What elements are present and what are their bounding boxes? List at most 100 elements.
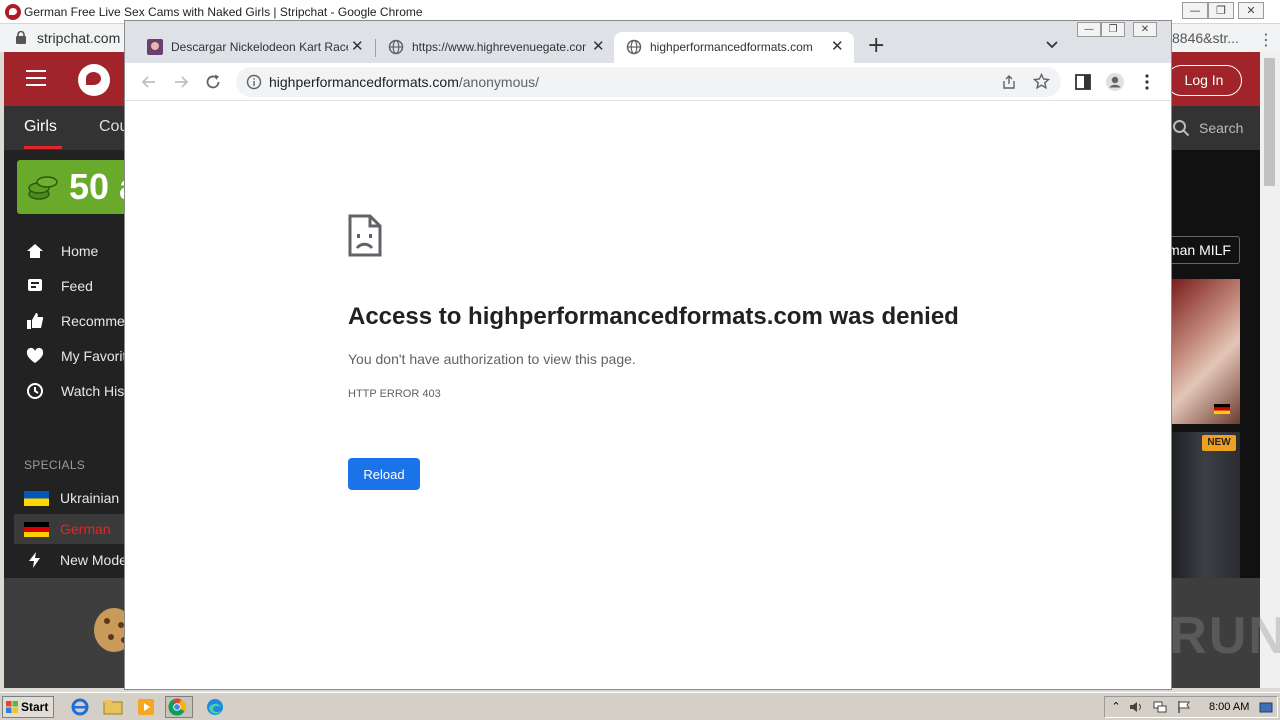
sidebar-item-history[interactable]: Watch Hist — [24, 380, 125, 402]
share-icon[interactable] — [1001, 74, 1017, 90]
show-desktop-icon[interactable] — [1259, 700, 1273, 714]
forward-arrow-icon[interactable] — [171, 72, 191, 92]
error-page: Access to highperformancedformats.com wa… — [125, 102, 1171, 689]
sidebar-item-label: German — [60, 521, 111, 537]
feed-icon — [28, 279, 42, 291]
error-title: Access to highperformancedformats.com wa… — [348, 303, 959, 330]
fg-close-button[interactable]: ✕ — [1133, 22, 1157, 37]
promo-banner[interactable]: 50 a — [17, 160, 125, 214]
tray-expand-icon[interactable]: ⌃ — [1109, 700, 1123, 714]
lightning-icon — [29, 552, 40, 568]
hamburger-menu-icon[interactable] — [26, 70, 46, 86]
explorer-icon[interactable] — [101, 696, 125, 718]
search-icon[interactable] — [1172, 119, 1190, 137]
background-menu-icon[interactable]: ⋮ — [1258, 30, 1274, 50]
stripchat-sidebar: 50 a Home Feed Recommen My Favorit Watch… — [4, 150, 125, 578]
login-button[interactable]: Log In — [1166, 65, 1242, 96]
sidebar-item-recommended[interactable]: Recommen — [24, 310, 125, 332]
site-info-icon[interactable] — [246, 74, 262, 90]
reload-icon[interactable] — [203, 72, 223, 92]
url-path: /anonymous/ — [458, 74, 540, 90]
tab-title: https://www.highrevenuegate.com/ — [412, 40, 586, 54]
promo-amount: 50 a — [69, 166, 125, 207]
history-icon — [27, 383, 43, 399]
stripchat-model-grid: rman MILF NEW — [1172, 150, 1260, 578]
taskbar: Start ⌃ 8:00 AM — [0, 692, 1280, 720]
nav-active-indicator — [24, 146, 62, 149]
ie-icon[interactable] — [68, 696, 92, 718]
tab-close-icon[interactable]: ✕ — [592, 37, 605, 55]
stripchat-favicon-icon — [5, 4, 21, 20]
browser-toolbar: highperformancedformats.com/anonymous/ — [125, 63, 1171, 101]
action-center-flag-icon[interactable] — [1177, 700, 1191, 714]
side-panel-icon[interactable] — [1073, 72, 1093, 92]
background-window-title: German Free Live Sex Cams with Naked Gir… — [24, 5, 423, 19]
thumbs-up-icon — [27, 313, 44, 329]
coins-icon — [28, 176, 58, 200]
reload-button[interactable]: Reload — [348, 458, 420, 490]
more-menu-icon[interactable] — [1137, 72, 1157, 92]
sad-page-icon — [348, 214, 382, 257]
url-host: highperformancedformats.com — [269, 74, 459, 90]
clock: 8:00 AM — [1209, 701, 1250, 713]
german-milf-filter[interactable]: rman MILF — [1172, 236, 1240, 264]
sidebar-item-german[interactable]: German — [24, 518, 125, 540]
chrome-taskbar-button[interactable] — [165, 696, 193, 718]
globe-icon — [388, 39, 404, 55]
new-badge: NEW — [1202, 435, 1236, 451]
profile-avatar-icon[interactable] — [1105, 72, 1125, 92]
chrome-icon — [168, 698, 186, 716]
back-arrow-icon[interactable] — [139, 72, 159, 92]
tab-nickelodeon[interactable]: Descargar Nickelodeon Kart Racers 3 ✕ — [135, 32, 375, 63]
bookmark-star-icon[interactable] — [1033, 73, 1050, 90]
url-text[interactable]: highperformancedformats.com/anonymous/ — [269, 74, 539, 90]
ukraine-flag-icon — [24, 491, 49, 506]
germany-flag-icon — [1214, 404, 1230, 414]
sidebar-item-ukrainian[interactable]: Ukrainian — [24, 487, 125, 509]
fg-restore-button[interactable]: ❐ — [1101, 22, 1125, 37]
volume-icon[interactable] — [1129, 700, 1143, 714]
background-url-tail: 8846&str... — [1172, 30, 1239, 46]
media-player-icon[interactable] — [134, 696, 158, 718]
scrollbar-thumb[interactable] — [1264, 58, 1275, 186]
address-bar[interactable]: highperformancedformats.com/anonymous/ — [236, 67, 1061, 97]
network-icon[interactable] — [1153, 700, 1167, 714]
tab-strip: Descargar Nickelodeon Kart Racers 3 ✕ ht… — [125, 21, 1171, 63]
tab-close-icon[interactable]: ✕ — [831, 37, 844, 55]
bg-minimize-button[interactable]: — — [1182, 2, 1208, 19]
background-scrollbar[interactable] — [1260, 52, 1280, 688]
specials-heading: SPECIALS — [24, 458, 86, 472]
tab-highrevenuegate[interactable]: https://www.highrevenuegate.com/ ✕ — [376, 32, 612, 63]
bg-close-button[interactable]: ✕ — [1238, 2, 1264, 19]
search-label[interactable]: Search — [1199, 120, 1243, 136]
model-thumbnail[interactable] — [1172, 432, 1240, 578]
bg-restore-button[interactable]: ❐ — [1208, 2, 1234, 19]
edge-icon[interactable] — [203, 696, 227, 718]
new-tab-button[interactable]: + — [867, 34, 885, 58]
chevron-down-icon[interactable] — [1045, 38, 1059, 52]
sidebar-item-favorites[interactable]: My Favorit — [24, 345, 125, 367]
sidebar-item-label: Home — [61, 243, 99, 259]
nav-girls[interactable]: Girls — [24, 118, 57, 136]
tab-highperformancedformats[interactable]: highperformancedformats.com ✕ — [614, 32, 854, 63]
sidebar-item-label: Watch Hist — [61, 383, 125, 399]
sidebar-item-feed[interactable]: Feed — [24, 275, 125, 297]
tab-title: Descargar Nickelodeon Kart Racers 3 — [171, 40, 348, 54]
sidebar-item-label: My Favorit — [61, 348, 125, 364]
fg-minimize-button[interactable]: — — [1077, 22, 1101, 37]
system-tray: ⌃ 8:00 AM — [1104, 696, 1278, 718]
error-code: HTTP ERROR 403 — [348, 388, 441, 400]
sidebar-item-label: New Model — [60, 552, 125, 568]
sidebar-item-new-models[interactable]: New Model — [24, 549, 125, 571]
background-url: stripchat.com — [37, 30, 121, 46]
model-thumbnail[interactable] — [1172, 279, 1240, 424]
tab-close-icon[interactable]: ✕ — [351, 37, 364, 55]
stripchat-logo-icon[interactable] — [78, 64, 110, 96]
sidebar-item-label: Feed — [61, 278, 93, 294]
heart-icon — [26, 347, 44, 363]
windows-logo-icon — [6, 701, 18, 713]
globe-icon — [626, 39, 642, 55]
start-button[interactable]: Start — [2, 696, 54, 718]
lock-icon — [16, 31, 26, 44]
sidebar-item-home[interactable]: Home — [24, 240, 125, 262]
